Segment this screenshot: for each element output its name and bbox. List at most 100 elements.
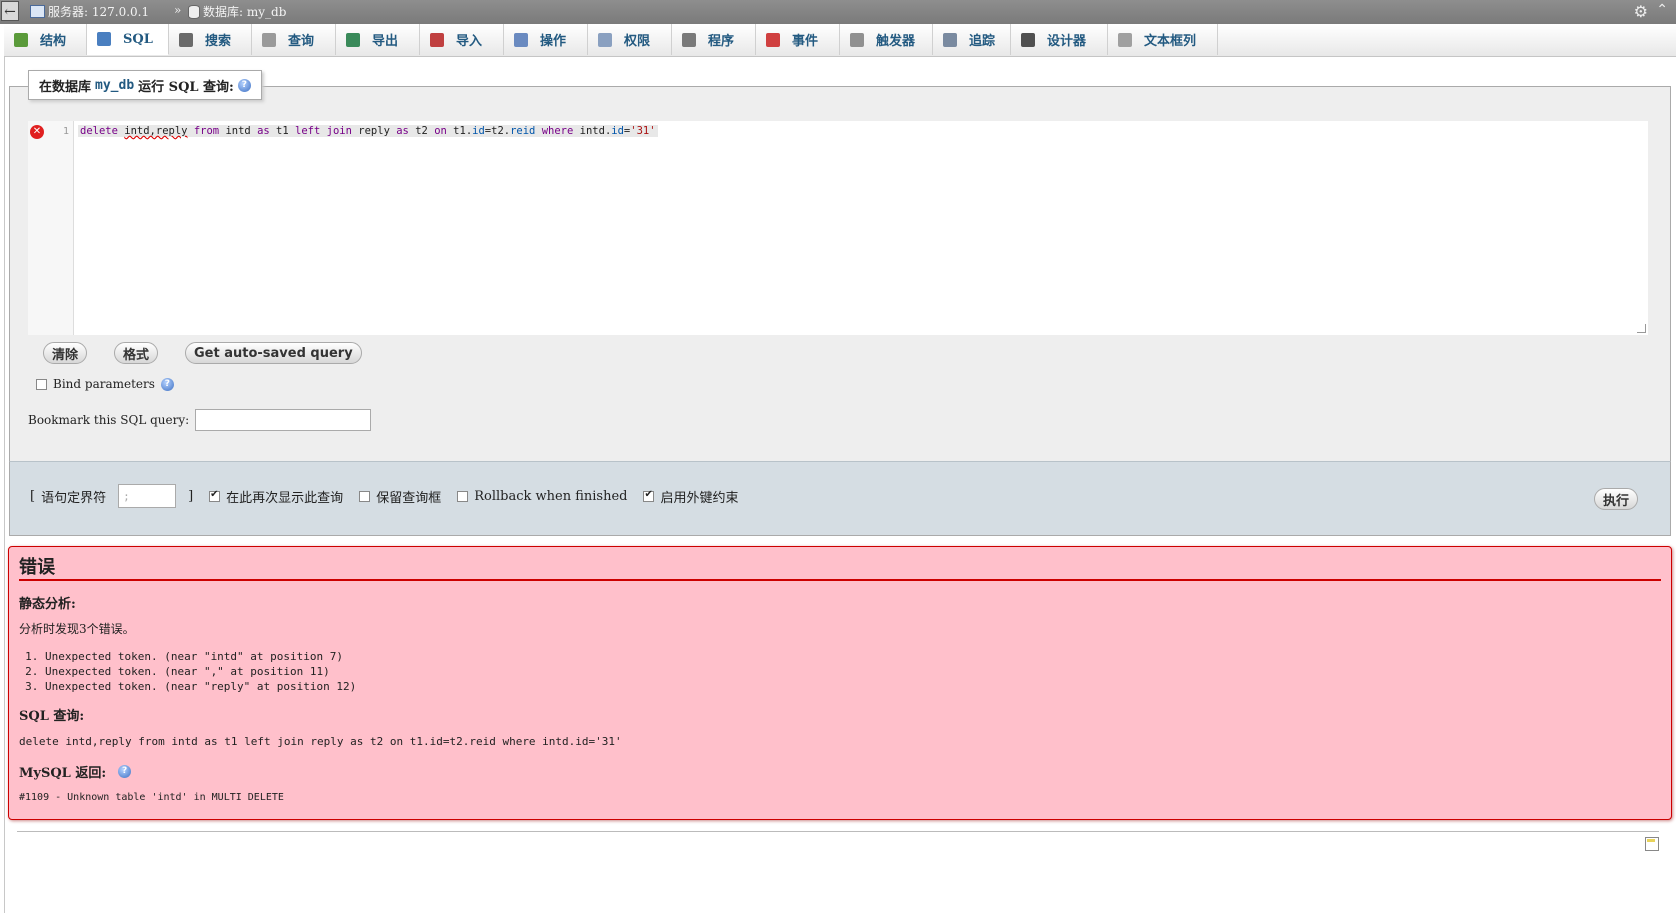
- error-message-box: 错误 静态分析: 分析时发现3个错误。 Unexpected token. (n…: [8, 546, 1672, 820]
- code-token: where: [541, 125, 574, 137]
- mysql-returned-heading: MySQL 返回:: [19, 766, 107, 781]
- bind-parameters-checkbox[interactable]: [36, 378, 47, 390]
- editor-resize-handle[interactable]: [1637, 324, 1646, 333]
- code-token: on: [434, 125, 447, 137]
- bookmark-label: Bookmark this SQL query:: [28, 413, 190, 427]
- sql-code-line[interactable]: delete intd,reply from intd as t1 left j…: [78, 125, 658, 137]
- tab-label: 操作: [540, 34, 567, 49]
- columns-icon: [1118, 32, 1132, 47]
- code-token: t1: [276, 125, 289, 137]
- bookmark-row: Bookmark this SQL query:: [28, 409, 372, 431]
- structure-icon: [14, 32, 28, 47]
- delimiter-label: 语句定界符: [41, 490, 107, 506]
- rollback-option[interactable]: Rollback when finished: [457, 489, 627, 504]
- bookmark-input[interactable]: [195, 409, 372, 431]
- breadcrumb-server-label: 服务器: 127.0.0.1: [48, 5, 150, 19]
- search-icon: [179, 32, 193, 47]
- errors-found-text: 分析时发现3个错误。: [19, 622, 135, 636]
- error-title: 错误: [19, 557, 55, 578]
- line-number: 1: [62, 126, 69, 137]
- help-icon[interactable]: ?: [160, 377, 174, 391]
- tab-label: 结构: [40, 34, 67, 49]
- foreign-key-checks-option[interactable]: 启用外键约束: [643, 487, 738, 506]
- get-auto-saved-query-button[interactable]: Get auto-saved query: [185, 342, 362, 364]
- gear-icon[interactable]: ⚙: [1634, 2, 1648, 21]
- code-token: id: [611, 125, 624, 137]
- foreign-key-checks-checkbox[interactable]: [643, 489, 655, 502]
- code-token: '31': [630, 125, 656, 137]
- breadcrumb-database[interactable]: 数据库: my_db: [188, 3, 286, 20]
- code-token: from: [193, 125, 220, 137]
- sql-editor[interactable]: ✕ 1 delete intd,reply from intd as t1 le…: [28, 121, 1648, 335]
- error-list-item: Unexpected token. (near "intd" at positi…: [45, 649, 356, 664]
- go-button[interactable]: 执行: [1594, 488, 1639, 510]
- mysql-returned-row: MySQL 返回: ?: [19, 762, 132, 781]
- delimiter-input[interactable]: [118, 484, 177, 508]
- legend-db-link[interactable]: my_db: [95, 78, 134, 93]
- retain-query-box-option[interactable]: 保留查询框: [359, 487, 441, 506]
- bookmark-toggle-icon[interactable]: [1645, 837, 1659, 851]
- lint-error-icon[interactable]: ✕: [30, 125, 44, 139]
- code-token: as: [396, 125, 409, 137]
- footer-divider: [17, 831, 1659, 832]
- options-row: [ 语句定界符 ] 在此再次显示此查询 保留查询框 Rollback when …: [30, 484, 738, 508]
- error-list-item: Unexpected token. (near "," at position …: [45, 664, 356, 679]
- trigger-icon: [850, 32, 864, 47]
- back-arrow-icon[interactable]: ←: [1, 1, 19, 21]
- tab-label: 事件: [792, 34, 819, 49]
- legend-prefix: 在数据库: [39, 79, 92, 95]
- tab-structure[interactable]: 结构: [4, 24, 87, 55]
- show-query-again-option[interactable]: 在此再次显示此查询: [209, 487, 343, 506]
- format-button[interactable]: 格式: [114, 342, 159, 364]
- code-token: left: [295, 125, 321, 137]
- code-token: =t2.: [484, 125, 511, 137]
- breadcrumb-server[interactable]: 服务器: 127.0.0.1: [30, 3, 149, 20]
- foreign-key-checks-label: 启用外键约束: [660, 490, 739, 506]
- help-icon[interactable]: ?: [237, 78, 251, 92]
- collapse-icon[interactable]: ⌃: [1656, 2, 1668, 18]
- tab-label: 程序: [708, 34, 735, 49]
- delimiter-open-bracket: [: [30, 488, 36, 504]
- rollback-checkbox[interactable]: [457, 490, 469, 502]
- tab-designer[interactable]: 设计器: [1011, 24, 1108, 55]
- tab-search[interactable]: 搜索: [169, 24, 252, 55]
- tab-routines[interactable]: 程序: [672, 24, 756, 55]
- tab-import[interactable]: 导入: [420, 24, 504, 55]
- clear-button[interactable]: 清除: [43, 342, 88, 364]
- tab-query[interactable]: 查询: [252, 24, 336, 55]
- error-list: Unexpected token. (near "intd" at positi…: [9, 649, 356, 694]
- privileges-icon: [598, 32, 612, 47]
- tab-privileges[interactable]: 权限: [588, 24, 672, 55]
- breadcrumb-database-label: 数据库: my_db: [203, 5, 287, 19]
- retain-query-box-checkbox[interactable]: [359, 490, 371, 502]
- show-query-again-checkbox[interactable]: [209, 489, 221, 502]
- tab-events[interactable]: 事件: [756, 24, 840, 55]
- tab-triggers[interactable]: 触发器: [840, 24, 933, 55]
- static-analysis-heading: 静态分析:: [19, 597, 76, 612]
- legend-suffix: 运行 SQL 查询:: [138, 79, 234, 95]
- code-token: intd,reply: [124, 125, 188, 137]
- error-list-item: Unexpected token. (near "reply" at posit…: [45, 679, 356, 694]
- tab-central-columns[interactable]: 文本框列: [1108, 24, 1218, 55]
- query-icon: [262, 32, 276, 47]
- retain-query-box-label: 保留查询框: [376, 490, 442, 506]
- delimiter-close-bracket: ]: [188, 488, 194, 504]
- tab-tracking[interactable]: 追踪: [933, 24, 1011, 55]
- code-token: intd: [225, 125, 251, 137]
- tab-label: 导出: [372, 34, 399, 49]
- wrench-icon: [514, 32, 528, 47]
- server-breadcrumb-bar: ← 服务器: 127.0.0.1 » 数据库: my_db ⚙ ⌃: [0, 0, 1676, 24]
- tab-sql[interactable]: SQL: [87, 24, 169, 55]
- clock-icon: [766, 32, 780, 47]
- help-icon[interactable]: ?: [118, 765, 132, 778]
- tab-operations[interactable]: 操作: [504, 24, 588, 55]
- import-icon: [430, 32, 444, 47]
- code-token: reply: [358, 125, 390, 137]
- code-token: t2: [415, 125, 428, 137]
- query-options-bar: [ 语句定界符 ] 在此再次显示此查询 保留查询框 Rollback when …: [9, 461, 1671, 536]
- tab-export[interactable]: 导出: [336, 24, 420, 55]
- eye-icon: [943, 32, 957, 47]
- bind-parameters-row: Bind parameters ?: [36, 377, 174, 391]
- sql-icon: [97, 32, 111, 46]
- database-icon: [188, 4, 200, 19]
